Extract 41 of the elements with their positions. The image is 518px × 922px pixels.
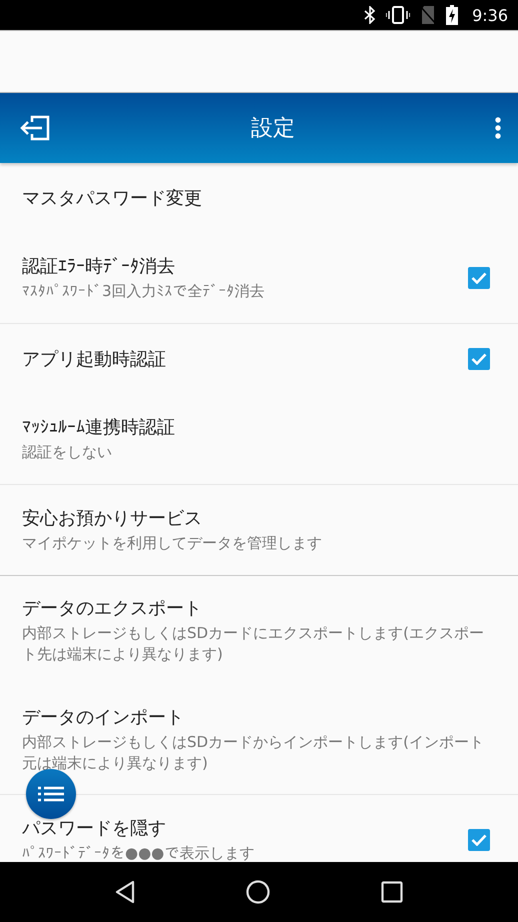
setting-item[interactable]: 安心お預かりサービス マイポケットを利用してデータを管理します xyxy=(0,485,518,575)
vibrate-icon xyxy=(386,6,410,24)
checkbox[interactable] xyxy=(468,267,490,289)
no-sim-icon xyxy=(420,6,436,24)
setting-item[interactable]: マスタパスワード変更 xyxy=(0,163,518,233)
recents-icon[interactable] xyxy=(380,881,403,903)
setting-item[interactable]: パスワードを隠す ﾊﾟｽﾜｰﾄﾞﾃﾞｰﾀを●●●で表示します xyxy=(0,795,518,862)
setting-title: 認証ｴﾗｰ時ﾃﾞｰﾀ消去 xyxy=(22,255,176,278)
setting-title: 安心お預かりサービス xyxy=(22,507,203,530)
setting-item[interactable]: データのエクスポート 内部ストレージもしくはSDカードにエクスポートします(エクスポート先は端末により異なります) xyxy=(0,576,518,685)
list-button[interactable] xyxy=(26,769,76,819)
checkbox[interactable] xyxy=(468,348,490,370)
setting-description: マイポケットを利用してデータを管理します xyxy=(22,533,323,554)
setting-description: ﾊﾟｽﾜｰﾄﾞﾃﾞｰﾀを●●●で表示します xyxy=(22,843,256,862)
setting-title: マスタパスワード変更 xyxy=(22,187,203,210)
setting-description: ﾏｽﾀﾊﾟｽﾜｰﾄﾞ3回入力ﾐｽで全ﾃﾞｰﾀ消去 xyxy=(22,281,266,302)
setting-title: データのインポート xyxy=(22,706,185,729)
setting-item[interactable]: ﾏｯｼｭﾙｰﾑ連携時認証 認証をしない xyxy=(0,394,518,484)
battery-icon xyxy=(446,5,458,25)
logout-icon[interactable] xyxy=(18,115,52,141)
setting-item[interactable]: データのインポート 内部ストレージもしくはSDカードからインポートします(インポート元は端末により異なります) xyxy=(0,685,518,794)
list-icon xyxy=(38,786,64,802)
check-icon xyxy=(471,353,487,365)
setting-item[interactable]: 認証ｴﾗｰ時ﾃﾞｰﾀ消去 ﾏｽﾀﾊﾟｽﾜｰﾄﾞ3回入力ﾐｽで全ﾃﾞｰﾀ消去 xyxy=(0,233,518,323)
setting-title: パスワードを隠す xyxy=(22,817,167,840)
home-icon[interactable] xyxy=(246,880,270,904)
checkbox[interactable] xyxy=(468,829,490,851)
setting-description: 認証をしない xyxy=(22,442,113,463)
clock-time: 9:36 xyxy=(472,6,508,24)
setting-description: 内部ストレージもしくはSDカードにエクスポートします(エクスポート先は端末により異なります) xyxy=(22,623,485,665)
setting-item[interactable]: アプリ起動時認証 xyxy=(0,324,518,394)
setting-title: アプリ起動時認証 xyxy=(22,348,167,371)
screen-title: 設定 xyxy=(251,115,295,143)
setting-description: 内部ストレージもしくはSDカードからインポートします(インポート元は端末により異なります) xyxy=(22,732,485,774)
more-options-icon[interactable] xyxy=(494,116,502,140)
setting-title: データのエクスポート xyxy=(22,597,203,620)
bluetooth-icon xyxy=(364,6,376,24)
check-icon xyxy=(471,272,487,284)
check-icon xyxy=(471,834,487,846)
setting-title: ﾏｯｼｭﾙｰﾑ連携時認証 xyxy=(22,416,176,439)
back-icon[interactable] xyxy=(115,880,136,904)
